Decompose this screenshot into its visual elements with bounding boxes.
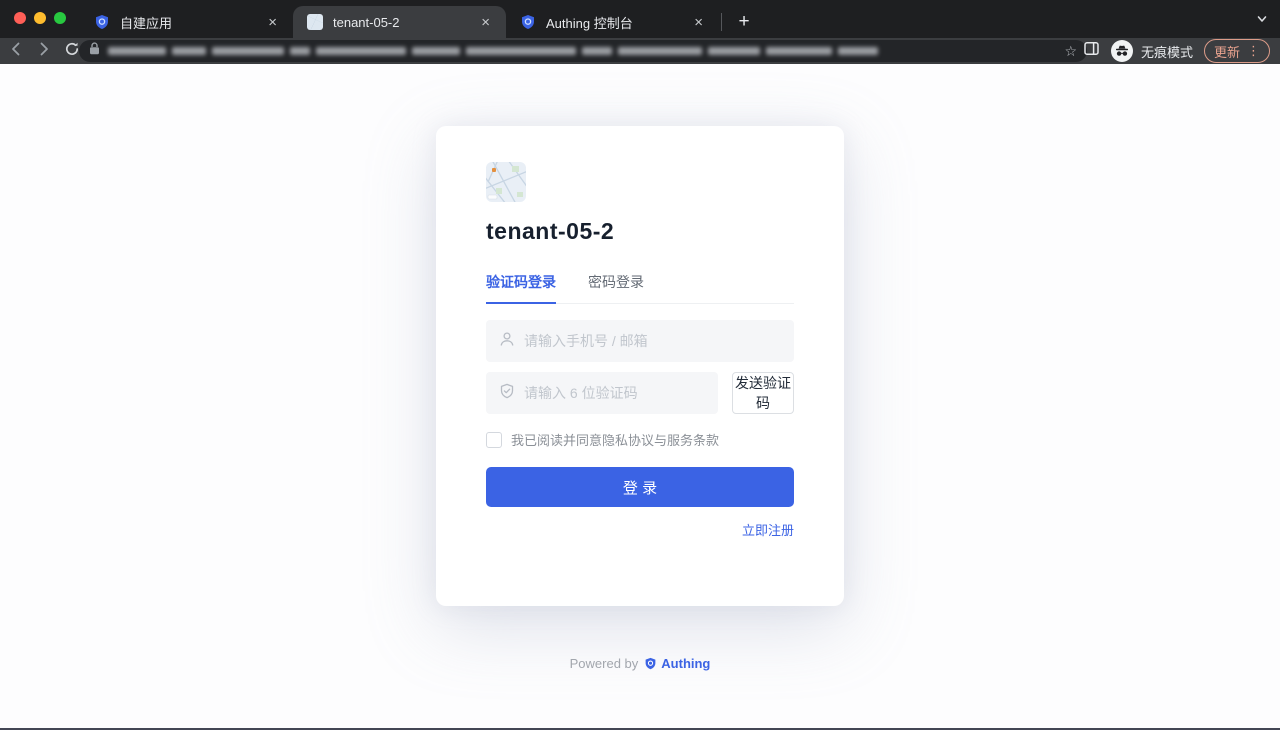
- tab-separator: [721, 13, 722, 31]
- account-input[interactable]: [524, 333, 781, 349]
- update-label: 更新: [1214, 42, 1240, 61]
- powered-by: Powered by Authing: [0, 656, 1280, 671]
- close-window-button[interactable]: [14, 12, 26, 24]
- login-card: tenant-05-2 验证码登录 密码登录 发送验证码: [436, 126, 844, 606]
- incognito-indicator: 无痕模式: [1111, 40, 1193, 62]
- browser-menu-icon[interactable]: ⋮: [1247, 43, 1260, 59]
- close-tab-icon[interactable]: ×: [690, 13, 707, 32]
- reload-icon[interactable]: [64, 41, 80, 62]
- url-redacted-text: [108, 47, 1056, 55]
- authing-brand-label: Authing: [661, 656, 710, 671]
- lock-icon: [89, 42, 100, 60]
- side-panel-icon[interactable]: [1083, 40, 1100, 62]
- register-link[interactable]: 立即注册: [742, 523, 794, 538]
- login-page: tenant-05-2 验证码登录 密码登录 发送验证码: [0, 64, 1280, 730]
- tabs: 自建应用 × tenant-05-2 × Authing 控制台 × +: [80, 6, 758, 38]
- back-icon[interactable]: [8, 41, 24, 62]
- tab-password-login[interactable]: 密码登录: [588, 272, 644, 303]
- app-title: tenant-05-2: [486, 216, 794, 246]
- tab-strip: 自建应用 × tenant-05-2 × Authing 控制台 × +: [0, 0, 1280, 38]
- new-tab-button[interactable]: +: [730, 8, 758, 36]
- close-tab-icon[interactable]: ×: [264, 13, 281, 32]
- tab-code-login[interactable]: 验证码登录: [486, 272, 556, 304]
- map-favicon-icon: [307, 14, 323, 30]
- code-field[interactable]: [486, 372, 718, 414]
- close-tab-icon[interactable]: ×: [477, 13, 494, 32]
- authing-shield-icon: [94, 14, 110, 30]
- tab-label: tenant-05-2: [333, 15, 477, 30]
- powered-by-label: Powered by: [570, 656, 639, 671]
- bookmark-star-icon[interactable]: ☆: [1064, 44, 1077, 58]
- agreement-row: 我已阅读并同意隐私协议与服务条款: [486, 430, 794, 449]
- code-input[interactable]: [524, 385, 705, 401]
- login-method-tabs: 验证码登录 密码登录: [486, 272, 794, 304]
- agreement-checkbox[interactable]: [486, 432, 502, 448]
- shield-check-icon: [499, 383, 515, 404]
- authing-shield-icon: [644, 657, 657, 670]
- tab-label: 自建应用: [120, 13, 264, 32]
- incognito-icon: [1111, 40, 1133, 62]
- forward-icon[interactable]: [36, 41, 52, 62]
- send-code-button[interactable]: 发送验证码: [732, 372, 794, 414]
- zoom-window-button[interactable]: [54, 12, 66, 24]
- tab-tenant-05-2[interactable]: tenant-05-2 ×: [293, 6, 506, 38]
- agreement-label: 我已阅读并同意隐私协议与服务条款: [511, 430, 719, 449]
- authing-shield-icon: [520, 14, 536, 30]
- app-logo-map-image: [486, 162, 526, 202]
- tab-self-built-app[interactable]: 自建应用 ×: [80, 6, 293, 38]
- incognito-label: 无痕模式: [1141, 42, 1193, 61]
- user-icon: [499, 331, 515, 352]
- browser-window: 自建应用 × tenant-05-2 × Authing 控制台 × +: [0, 0, 1280, 730]
- login-button[interactable]: 登 录: [486, 467, 794, 507]
- tab-authing-console[interactable]: Authing 控制台 ×: [506, 6, 719, 38]
- minimize-window-button[interactable]: [34, 12, 46, 24]
- tab-search-chevron-icon[interactable]: [1256, 13, 1268, 25]
- address-bar[interactable]: ☆: [79, 40, 1087, 62]
- update-chrome-button[interactable]: 更新 ⋮: [1204, 39, 1270, 63]
- browser-toolbar: ☆ 无痕模式 更新 ⋮: [0, 38, 1280, 64]
- window-controls: [14, 12, 66, 24]
- account-field[interactable]: [486, 320, 794, 362]
- authing-brand-link[interactable]: Authing: [644, 656, 710, 671]
- tab-label: Authing 控制台: [546, 13, 690, 32]
